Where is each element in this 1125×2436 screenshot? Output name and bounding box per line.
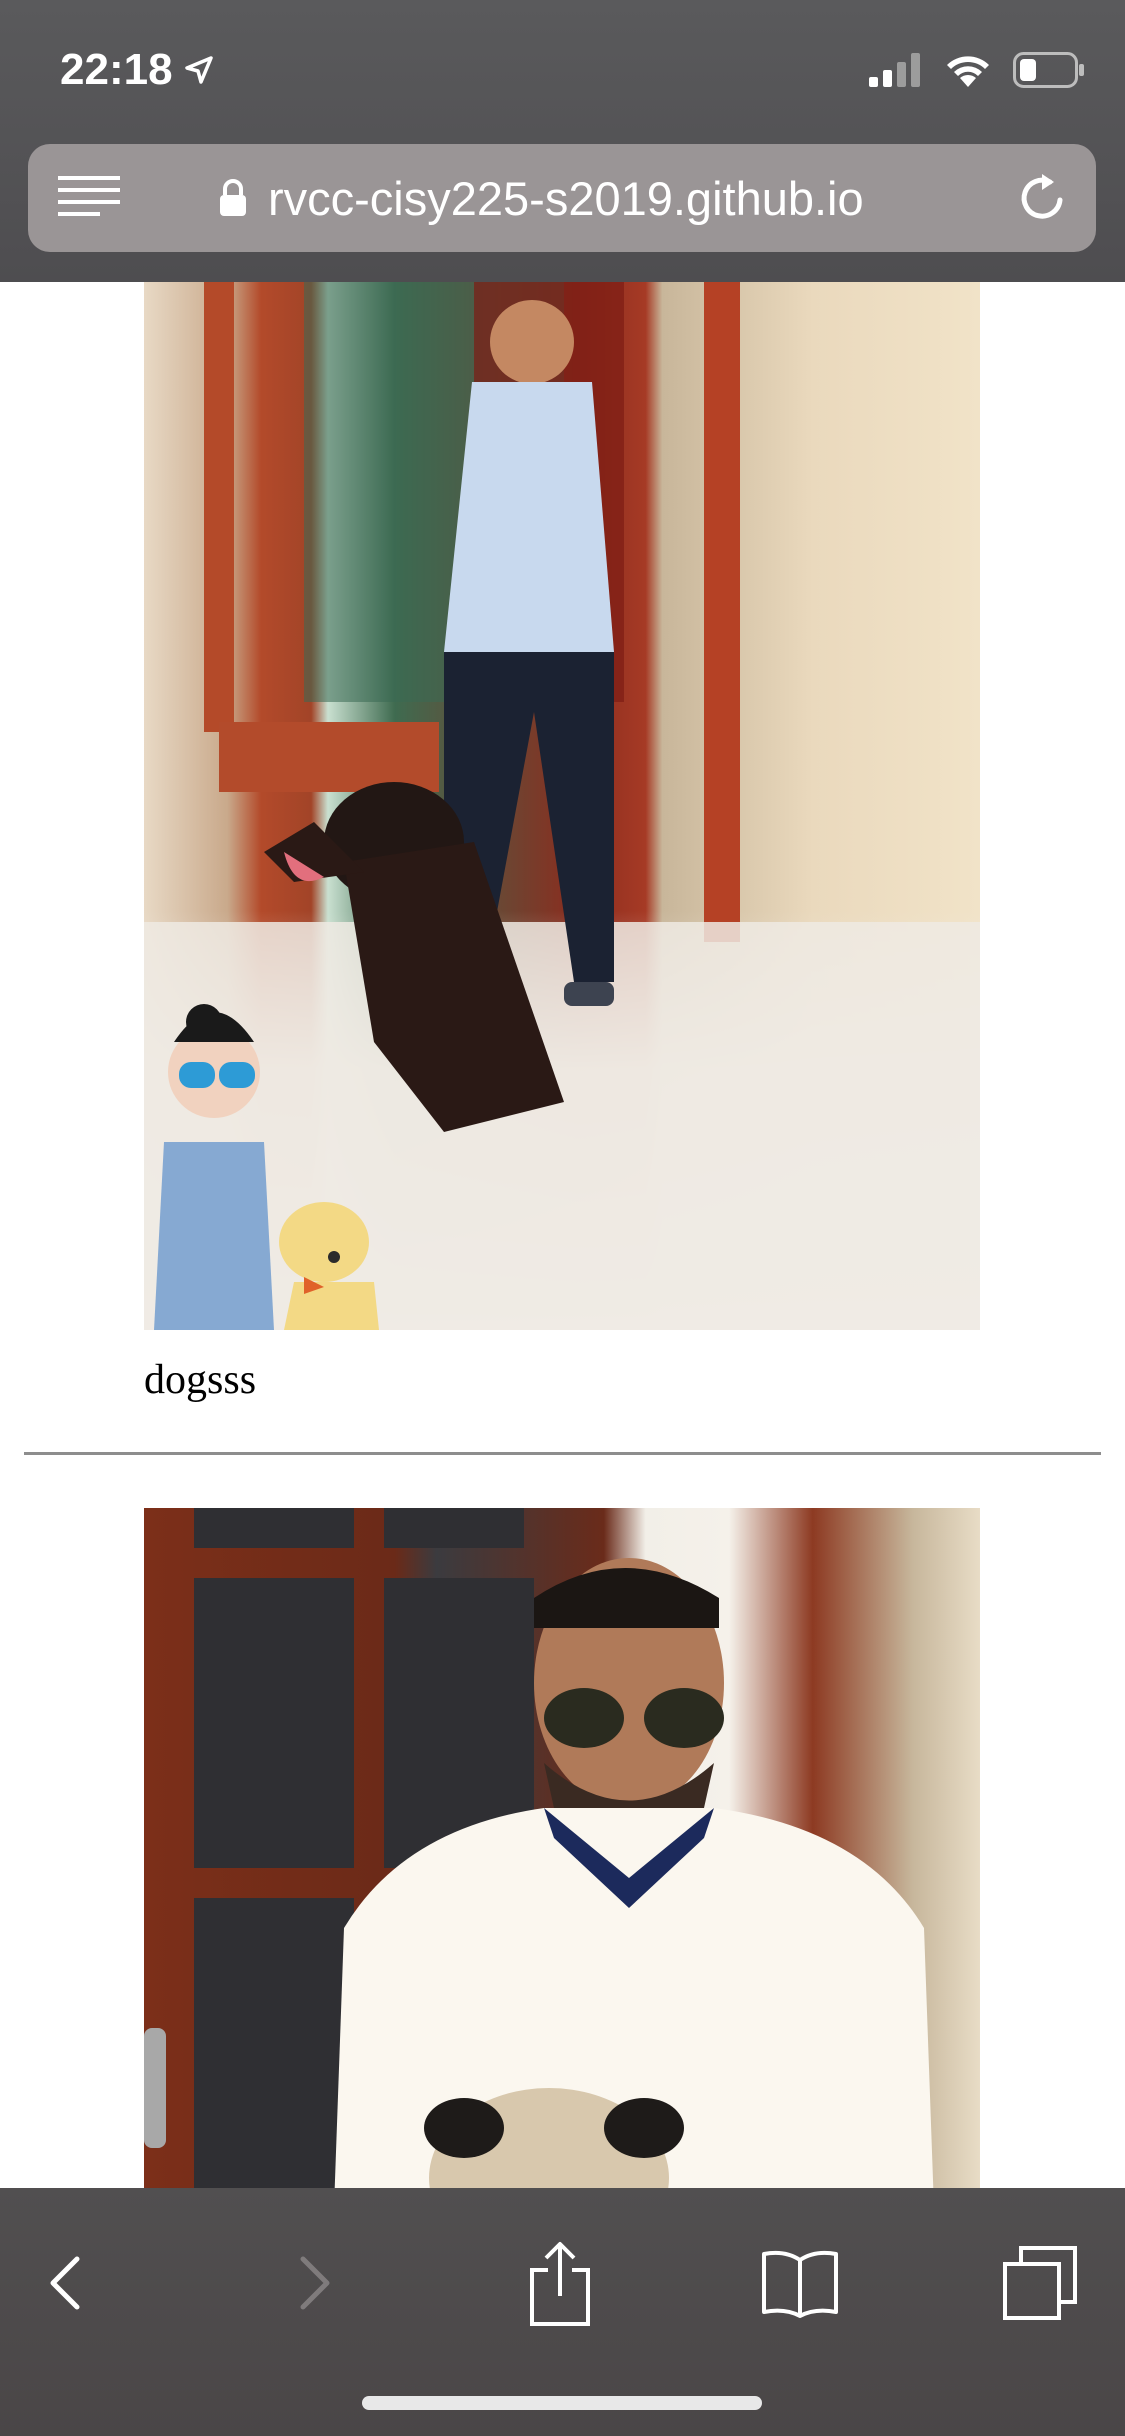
reader-menu-icon[interactable] (58, 174, 120, 222)
back-button[interactable] (20, 2238, 110, 2328)
photo-caption: dogsss (144, 1357, 257, 1403)
share-button[interactable] (515, 2238, 605, 2328)
address-bar[interactable]: rvcc-cisy225-s2019.github.io (28, 144, 1096, 252)
book-icon (762, 2250, 838, 2318)
browser-top-chrome: 22:18 rvcc-cisy225-s2019.github.io (0, 0, 1125, 282)
pug-photo-scene (144, 1508, 934, 2188)
chevron-left-icon (50, 2256, 80, 2310)
dog-photo-scene (144, 282, 980, 1330)
horizontal-rule (24, 1452, 1101, 1455)
forward-button[interactable] (270, 2238, 360, 2328)
bookmarks-button[interactable] (755, 2238, 845, 2328)
web-page-content: dogsss (0, 282, 1125, 2188)
status-time-group: 22:18 (60, 40, 215, 100)
share-icon (530, 2242, 590, 2326)
cellular-signal-icon (869, 53, 920, 87)
tabs-icon (1003, 2246, 1077, 2320)
url-display[interactable]: rvcc-cisy225-s2019.github.io (218, 144, 864, 252)
url-text: rvcc-cisy225-s2019.github.io (268, 171, 864, 225)
chevron-right-icon (300, 2256, 330, 2310)
dog-photo (144, 282, 980, 1330)
status-time: 22:18 (60, 45, 173, 94)
wifi-icon (947, 56, 989, 87)
location-arrow-icon (184, 56, 213, 84)
home-indicator[interactable] (362, 2396, 762, 2410)
status-indicators (869, 48, 1085, 92)
pug-photo (144, 1508, 980, 2188)
reload-icon[interactable] (1014, 170, 1070, 226)
tabs-button[interactable] (995, 2238, 1085, 2328)
battery-icon (1013, 52, 1084, 88)
lock-icon (220, 179, 246, 216)
